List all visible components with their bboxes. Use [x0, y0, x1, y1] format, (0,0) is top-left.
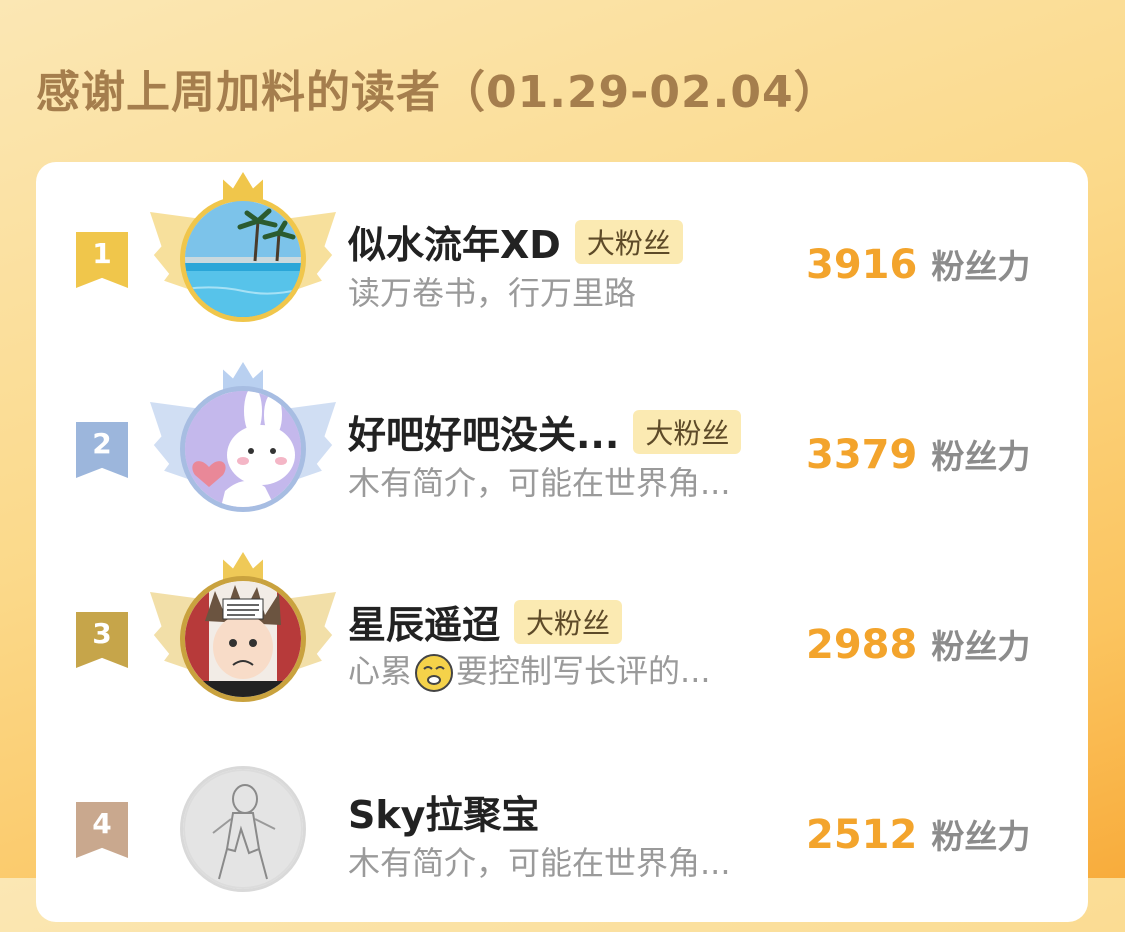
reader-name-line: 星辰遥迢 大粉丝 [348, 594, 623, 649]
avatar[interactable] [180, 766, 306, 892]
rank-ribbon-4: 4 [76, 802, 128, 858]
manga-character-icon [185, 581, 301, 697]
rank-ribbon-3: 3 [76, 612, 128, 668]
fan-level-badge: 大粉丝 [514, 599, 623, 644]
beach-pool-photo-icon [185, 201, 301, 317]
fan-power-unit: 粉丝力 [931, 247, 1031, 286]
fan-power-value: 2988 [806, 622, 918, 668]
rank-ribbon-1: 1 [76, 232, 128, 288]
reader-name[interactable]: Sky拉聚宝 [348, 784, 539, 839]
reader-bio: 心累 要控制写长评的... [348, 646, 711, 693]
bunny-illustration-icon [185, 391, 301, 507]
fan-power: 3916 粉丝力 [806, 240, 1030, 288]
fan-power-unit: 粉丝力 [931, 817, 1031, 856]
reader-name[interactable]: 好吧好吧没关... [348, 404, 619, 459]
avatar-frame-1 [148, 172, 338, 342]
reader-row-3[interactable]: 3 星辰遥迢 大粉丝 心累 要控制写长评的... 2988 粉丝力 [36, 552, 1088, 742]
fan-power-value: 3379 [806, 432, 918, 478]
reader-name-line: Sky拉聚宝 [348, 784, 539, 839]
fan-power: 2988 粉丝力 [806, 620, 1030, 668]
avatar[interactable] [180, 576, 306, 702]
rank-ribbon-2: 2 [76, 422, 128, 478]
avatar-frame-2 [148, 362, 338, 532]
reader-bio: 读万卷书，行万里路 [348, 274, 637, 312]
reader-bio: 木有简介，可能在世界角... [348, 844, 731, 882]
avatar-frame-4 [148, 742, 338, 912]
fan-power: 3379 粉丝力 [806, 430, 1030, 478]
page-title: 感谢上周加料的读者（01.29-02.04） [36, 67, 839, 118]
avatar[interactable] [180, 386, 306, 512]
reader-name[interactable]: 星辰遥迢 [348, 594, 500, 649]
reader-bio-text: 要控制写长评的... [456, 652, 711, 690]
reader-row-4[interactable]: 4 Sky拉聚宝 木有简介，可能在世界角... 2512 粉丝力 [36, 742, 1088, 932]
avatar[interactable] [180, 196, 306, 322]
reader-name-line: 好吧好吧没关... 大粉丝 [348, 404, 742, 459]
reader-row-2[interactable]: 2 好吧好吧没关... 大粉丝 木有简介，可能在世界角... 3379 粉丝力 [36, 362, 1088, 552]
avatar-frame-3 [148, 552, 338, 722]
reader-name[interactable]: 似水流年XD [348, 214, 561, 269]
reader-bio-text: 心累 [348, 652, 413, 690]
fan-power: 2512 粉丝力 [806, 810, 1030, 858]
fan-level-badge: 大粉丝 [633, 409, 742, 454]
fan-power-unit: 粉丝力 [931, 627, 1031, 666]
pencil-sketch-icon [183, 769, 303, 889]
reader-ranking-card: 1 似水流年XD 大粉丝 读万卷书，行万里路 3916 粉丝力 2 好吧好吧没关… [36, 162, 1088, 922]
fan-level-badge: 大粉丝 [574, 219, 683, 264]
reader-bio: 木有简介，可能在世界角... [348, 464, 731, 502]
fan-power-value: 3916 [806, 242, 918, 288]
reader-name-line: 似水流年XD 大粉丝 [348, 214, 683, 269]
fan-power-value: 2512 [806, 812, 918, 858]
fan-power-unit: 粉丝力 [931, 437, 1031, 476]
tired-face-emoji-icon [415, 654, 454, 692]
reader-row-1[interactable]: 1 似水流年XD 大粉丝 读万卷书，行万里路 3916 粉丝力 [36, 172, 1088, 362]
